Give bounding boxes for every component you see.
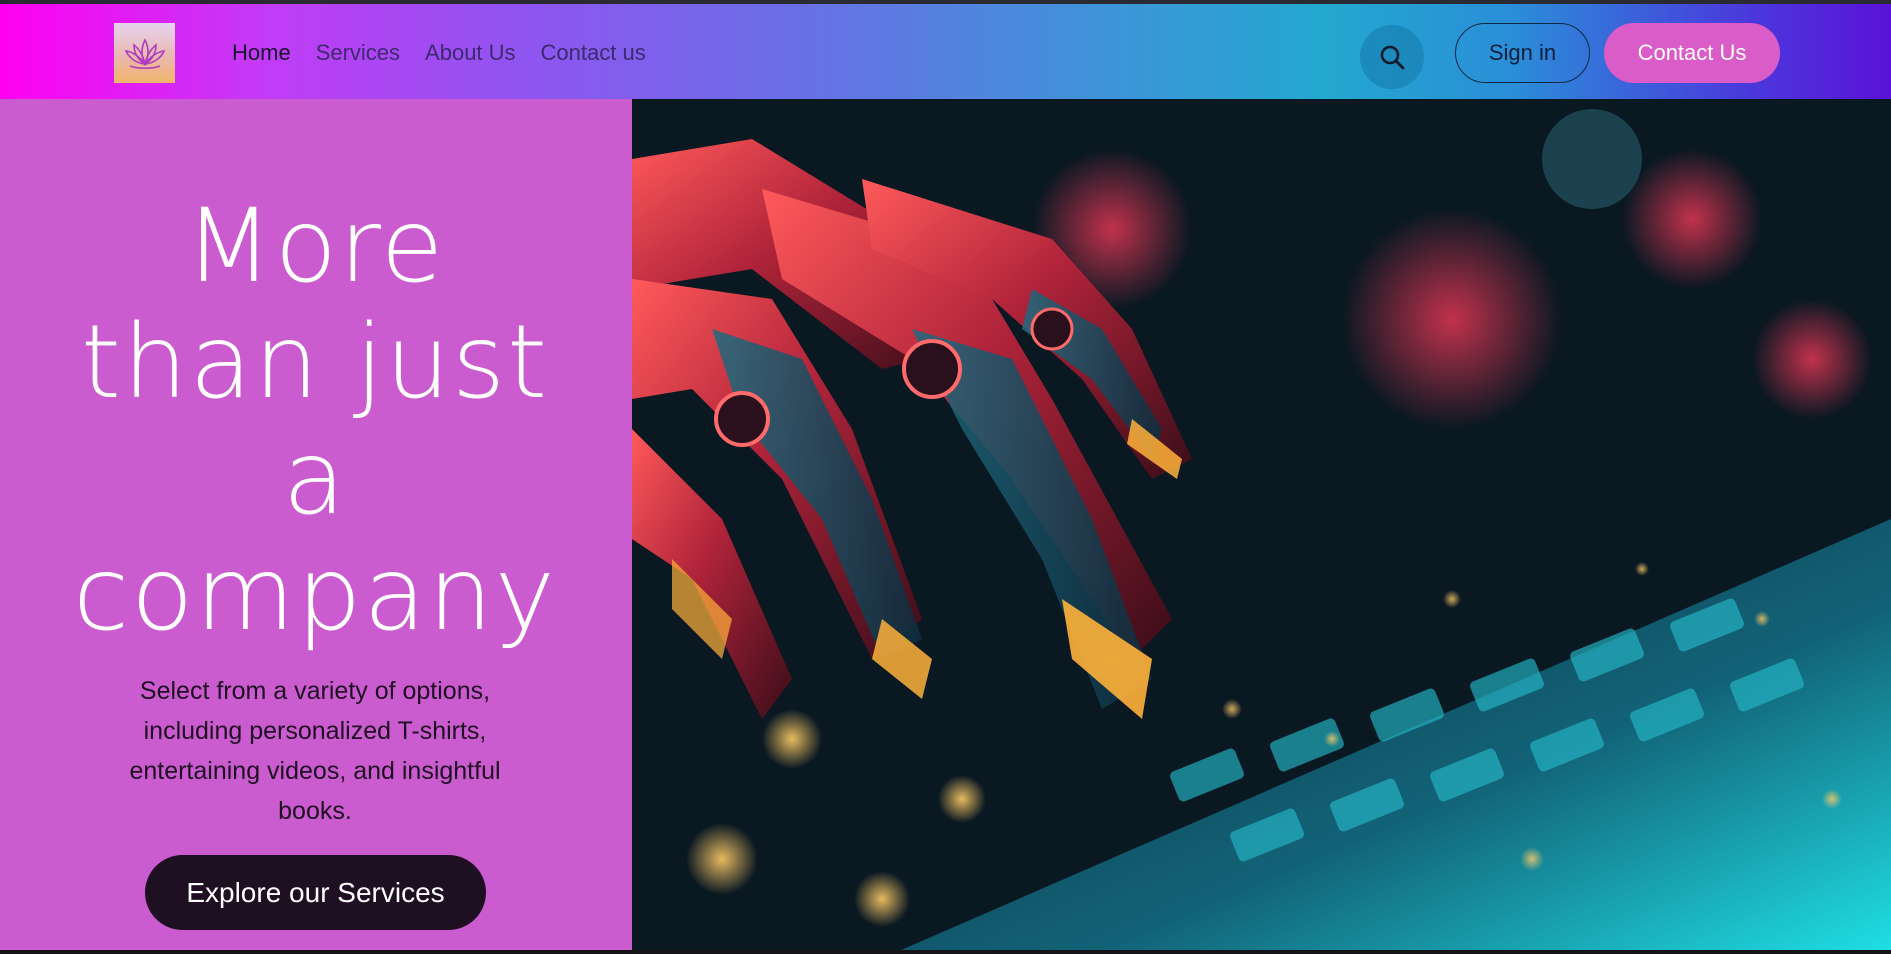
hero-text-panel: More than just a company Select from a v… xyxy=(0,99,632,954)
hero-image xyxy=(632,99,1891,954)
top-navigation-bar: Home Services About Us Contact us Sign i… xyxy=(0,4,1891,99)
contact-us-button[interactable]: Contact Us xyxy=(1604,23,1780,83)
main-menu: Home Services About Us Contact us xyxy=(232,38,646,68)
explore-services-button[interactable]: Explore our Services xyxy=(145,855,486,930)
nav-link-about-us[interactable]: About Us xyxy=(425,38,516,68)
headline-line: More xyxy=(184,187,446,306)
sign-in-button[interactable]: Sign in xyxy=(1455,23,1590,83)
nav-link-services[interactable]: Services xyxy=(316,38,400,68)
bottom-border xyxy=(0,950,1891,954)
search-button[interactable] xyxy=(1360,25,1424,89)
headline-line: a xyxy=(282,419,348,538)
headline-line: than just xyxy=(80,303,550,422)
search-icon xyxy=(1380,45,1405,70)
nav-link-home[interactable]: Home xyxy=(232,38,291,68)
hero-headline: More than just a company xyxy=(60,189,570,653)
nav-link-contact-us[interactable]: Contact us xyxy=(541,38,646,68)
site-logo[interactable] xyxy=(114,23,175,83)
robot-hand-illustration xyxy=(632,99,1891,954)
hero-description: Select from a variety of options, includ… xyxy=(129,677,501,825)
lotus-icon xyxy=(124,38,165,70)
headline-line: company xyxy=(72,535,558,654)
